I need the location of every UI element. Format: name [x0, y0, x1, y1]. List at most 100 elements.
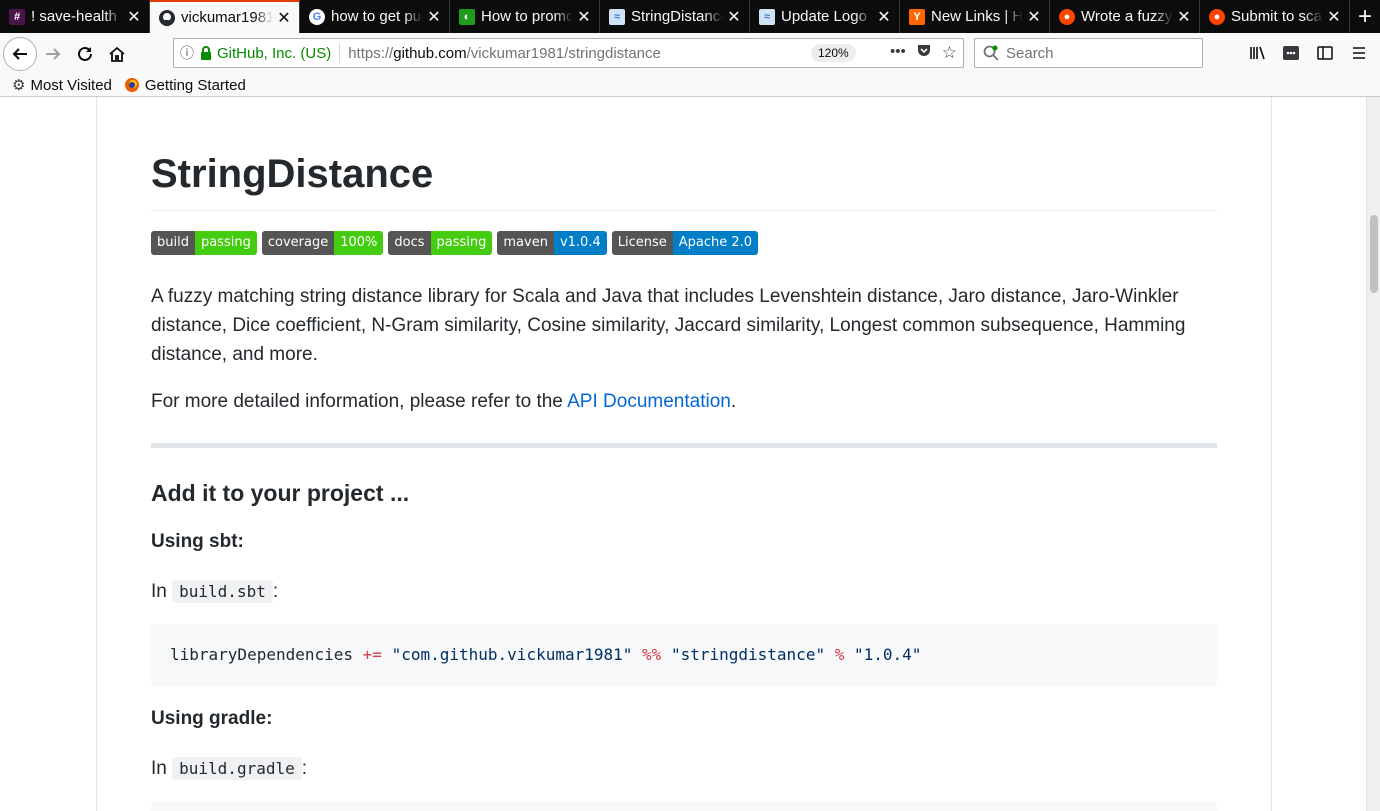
tab-reddit-fuzzy[interactable]: ● Wrote a fuzzy ✕ — [1050, 0, 1200, 33]
reddit-icon: ● — [1059, 8, 1075, 25]
tab-hackernews[interactable]: Y New Links | Hacker News ✕ — [900, 0, 1050, 33]
plus-icon: + — [1357, 2, 1372, 30]
tab-title: how to get publish — [331, 8, 423, 25]
slack-icon: # — [9, 8, 25, 25]
close-icon[interactable]: ✕ — [1027, 7, 1041, 27]
close-icon[interactable]: ✕ — [427, 7, 441, 27]
tab-title: Update Logo — [781, 8, 867, 25]
zoom-indicator[interactable]: 120% — [811, 44, 856, 62]
extension-icon — [1283, 46, 1299, 60]
search-placeholder: Search — [1006, 44, 1054, 62]
sidebar-button[interactable] — [1308, 37, 1342, 69]
url-host: github.com — [393, 44, 467, 62]
back-button[interactable] — [3, 36, 37, 71]
pocket-icon[interactable] — [916, 43, 932, 59]
search-bar[interactable]: Search — [974, 38, 1203, 68]
divider — [151, 210, 1217, 211]
tab-title: ! save-health — [31, 8, 117, 25]
reload-icon — [78, 46, 92, 61]
tab-title: Submit to scala — [1231, 8, 1323, 25]
tab-slack[interactable]: # ! save-health ✕ — [0, 0, 150, 33]
sbt-file-line: In build.sbt: — [151, 580, 279, 603]
url-path: /vickumar1981/stringdistance — [466, 44, 661, 62]
star-icon[interactable]: ☆ — [942, 43, 957, 63]
bookmarks-toolbar: ⚙ Most Visited Getting Started — [0, 74, 1380, 97]
search-icon — [983, 45, 999, 61]
page-title: StringDistance — [151, 152, 434, 196]
info-icon: ⓘ — [180, 45, 194, 61]
site-identity[interactable]: ⓘ GitHub, Inc. (US) — [174, 43, 341, 63]
bookmark-getting-started[interactable]: Getting Started — [124, 77, 246, 94]
extension-button[interactable] — [1274, 37, 1308, 69]
inline-code: build.sbt — [172, 580, 273, 603]
forward-button[interactable] — [37, 38, 69, 70]
page-viewport: StringDistance build passing coverage 100%… — [0, 97, 1366, 811]
library-button[interactable] — [1240, 37, 1274, 69]
bookmark-label: Getting Started — [144, 76, 246, 94]
sbt-code-block: libraryDependencies += "com.github.vicku… — [151, 624, 1217, 686]
new-tab-button[interactable]: + — [1350, 0, 1380, 33]
lock-icon — [201, 46, 211, 60]
sbt-heading: Using sbt: — [151, 531, 244, 552]
reload-button[interactable] — [69, 38, 101, 70]
page-icon: ≈ — [609, 8, 625, 25]
page-icon: ≈ — [759, 8, 775, 25]
section-heading: Add it to your project ... — [151, 480, 410, 506]
build-badge[interactable]: build passing — [151, 231, 257, 255]
gradle-code-block — [151, 802, 1217, 811]
gear-icon: ⚙ — [12, 77, 26, 94]
home-button[interactable] — [101, 38, 133, 70]
tab-title: New Links | Hacker News — [931, 8, 1023, 25]
readme-container — [96, 97, 1272, 811]
api-documentation-link[interactable]: API Documentation — [567, 391, 731, 412]
bookmark-most-visited[interactable]: ⚙ Most Visited — [12, 76, 112, 95]
tab-title: How to promote — [481, 8, 573, 25]
docs-badge[interactable]: docs passing — [388, 231, 493, 255]
close-icon[interactable]: ✕ — [1327, 7, 1341, 27]
tab-stringdistance[interactable]: ≈ StringDistance ✕ — [600, 0, 750, 33]
close-icon[interactable]: ✕ — [1177, 7, 1191, 27]
url-bar[interactable]: ⓘ GitHub, Inc. (US) https://github.com/v… — [173, 38, 964, 68]
url-text[interactable]: https://github.com/vickumar1981/stringdi… — [340, 45, 661, 62]
firefox-icon — [124, 78, 139, 92]
tab-github[interactable]: vickumar1981/stringdistance ✕ — [150, 0, 300, 33]
tab-update-logo[interactable]: ≈ Update Logo ✕ — [750, 0, 900, 33]
hamburger-icon — [1353, 47, 1365, 59]
tab-strip: # ! save-health ✕ vickumar1981/stringdis… — [0, 0, 1380, 33]
tab-reddit-submit[interactable]: ● Submit to scala ✕ — [1200, 0, 1350, 33]
tab-title: Wrote a fuzzy — [1081, 8, 1173, 25]
tab-google[interactable]: G how to get publish ✕ — [300, 0, 450, 33]
google-icon: G — [309, 8, 325, 25]
close-icon[interactable]: ✕ — [577, 7, 591, 27]
close-icon[interactable]: ✕ — [127, 7, 141, 27]
close-icon[interactable]: ✕ — [877, 7, 891, 27]
license-badge[interactable]: License Apache 2.0 — [611, 231, 759, 255]
menu-button[interactable] — [1342, 37, 1376, 69]
bookmark-label: Most Visited — [30, 76, 112, 94]
vertical-scrollbar[interactable] — [1366, 97, 1380, 811]
stackoverflow-icon: ◐ — [459, 8, 475, 25]
tab-title: vickumar1981/stringdistance — [181, 9, 273, 26]
section-divider — [151, 443, 1217, 448]
docs-paragraph: For more detailed information, please re… — [151, 391, 737, 412]
scrollbar-thumb[interactable] — [1370, 215, 1378, 293]
reddit-icon: ● — [1209, 8, 1225, 25]
arrow-left-icon — [12, 47, 27, 60]
badge-row: build passing coverage 100% docs passing ma… — [151, 231, 759, 255]
identity-label: GitHub, Inc. (US) — [217, 44, 332, 62]
home-icon — [109, 46, 125, 62]
page-actions-icon[interactable]: ••• — [890, 43, 906, 63]
gradle-file-line: In build.gradle: — [151, 757, 308, 780]
github-icon — [159, 9, 175, 26]
close-icon[interactable]: ✕ — [277, 8, 291, 28]
close-icon[interactable]: ✕ — [727, 7, 741, 27]
url-scheme: https:// — [348, 44, 394, 62]
hackernews-icon: Y — [909, 8, 925, 25]
tab-stackoverflow[interactable]: ◐ How to promote ✕ — [450, 0, 600, 33]
coverage-badge[interactable]: coverage 100% — [261, 231, 384, 255]
inline-code: build.gradle — [172, 757, 302, 780]
navigation-toolbar: ⓘ GitHub, Inc. (US) https://github.com/v… — [0, 33, 1380, 74]
sidebar-icon — [1317, 46, 1333, 60]
arrow-right-icon — [46, 47, 61, 60]
maven-badge[interactable]: maven v1.0.4 — [497, 231, 607, 255]
